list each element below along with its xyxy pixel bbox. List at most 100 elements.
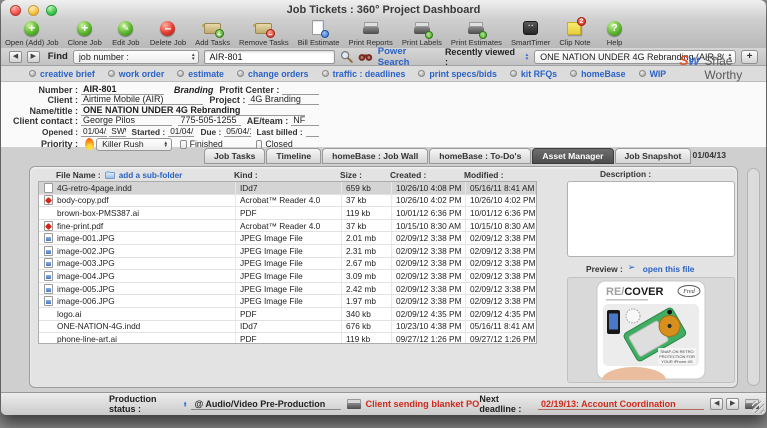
toolbar-button[interactable]: Delete Job bbox=[150, 20, 186, 47]
binoculars-icon[interactable] bbox=[358, 51, 373, 62]
project-field[interactable]: 4G Branding bbox=[248, 94, 319, 105]
power-search-link[interactable]: Power Search bbox=[378, 46, 440, 68]
table-row[interactable]: image-001.JPG JPEG Image File 2.01 mb 02… bbox=[39, 232, 536, 245]
quick-link[interactable]: homeBase bbox=[570, 69, 626, 79]
add-subfolder-icon[interactable] bbox=[105, 172, 115, 179]
column-kind[interactable]: Kind : bbox=[234, 170, 340, 180]
file-modified: 02/09/12 3:38 PM bbox=[465, 258, 536, 270]
project-label: Project : bbox=[203, 95, 248, 105]
phone-field[interactable]: 775-505-1255 bbox=[178, 115, 240, 126]
file-description-box[interactable] bbox=[567, 181, 735, 257]
production-status-label: Production status : bbox=[109, 394, 179, 414]
opened-field[interactable]: 01/04/13 bbox=[81, 126, 107, 137]
table-row[interactable]: phone-line-art.ai PDF 119 kb 09/27/12 1:… bbox=[39, 333, 536, 344]
main-tab[interactable]: Timeline bbox=[266, 148, 321, 164]
quick-link[interactable]: traffic : deadlines bbox=[322, 69, 406, 79]
add-subfolder-link[interactable]: add a sub-folder bbox=[119, 171, 183, 180]
due-field[interactable]: 05/04/12 bbox=[224, 126, 250, 137]
title-bar[interactable]: Job Tickets : 360° Project Dashboard bbox=[1, 0, 766, 21]
toolbar-button[interactable]: SmartTimer bbox=[511, 20, 550, 47]
table-row[interactable]: image-006.JPG JPEG Image File 1.97 mb 02… bbox=[39, 295, 536, 308]
ae-team-field[interactable]: NF bbox=[291, 115, 319, 126]
table-row[interactable]: image-003.JPG JPEG Image File 2.67 mb 02… bbox=[39, 258, 536, 271]
open-this-file-link[interactable]: open this file bbox=[643, 264, 695, 274]
recently-viewed-stepper-icon[interactable]: ▲▼ bbox=[525, 53, 530, 59]
next-deadline-field[interactable]: 02/19/13: Account Coordination bbox=[538, 399, 704, 410]
search-icon[interactable] bbox=[340, 50, 353, 63]
find-query-input[interactable] bbox=[204, 50, 335, 64]
file-kind: IDd7 bbox=[235, 321, 341, 333]
next-deadline-button[interactable]: ▶ bbox=[726, 398, 739, 410]
toolbar-button[interactable]: Print Estimates bbox=[451, 20, 502, 47]
file-created: 02/09/12 3:38 PM bbox=[391, 283, 465, 295]
table-row[interactable]: image-002.JPG JPEG Image File 2.31 mb 02… bbox=[39, 245, 536, 258]
production-status-field[interactable]: @ Audio/Video Pre-Production bbox=[191, 399, 340, 410]
file-size: 2.42 mb bbox=[341, 283, 391, 295]
quick-link[interactable]: WIP bbox=[639, 69, 667, 79]
table-row[interactable]: image-005.JPG JPEG Image File 2.42 mb 02… bbox=[39, 283, 536, 296]
file-table-header: File Name : add a sub-folder Kind : Size… bbox=[38, 169, 537, 181]
file-preview-image[interactable]: RE/COVER Fred bbox=[592, 280, 710, 380]
toolbar-button[interactable]: Open (Add) Job bbox=[5, 20, 59, 47]
client-contact-field[interactable]: George Pilos bbox=[81, 115, 172, 126]
quick-link[interactable]: print specs/bids bbox=[418, 69, 496, 79]
open-file-cursor-icon bbox=[628, 264, 638, 274]
table-row[interactable]: logo.ai PDF 340 kb 02/09/12 4:35 PM 02/0… bbox=[39, 308, 536, 321]
table-row[interactable]: image-004.JPG JPEG Image File 3.09 mb 02… bbox=[39, 270, 536, 283]
main-tab[interactable]: Asset Manager bbox=[532, 148, 613, 164]
quick-link[interactable]: estimate bbox=[177, 69, 224, 79]
resize-grip[interactable] bbox=[752, 401, 764, 413]
file-created: 10/26/10 4:02 PM bbox=[391, 195, 465, 207]
table-row[interactable]: 4G-retro-4page.indd IDd7 659 kb 10/26/10… bbox=[39, 182, 536, 195]
main-tab[interactable]: homeBase : Job Wall bbox=[322, 148, 428, 164]
toolbar-button[interactable]: Edit Job bbox=[111, 20, 141, 47]
file-name: image-006.JPG bbox=[57, 296, 235, 306]
toolbar-button[interactable]: Help bbox=[600, 20, 630, 47]
find-field-select[interactable]: job number : ▲▼ bbox=[73, 50, 200, 64]
toolbar-button[interactable]: Bill Estimate bbox=[298, 20, 340, 47]
toolbar-button[interactable]: Remove Tasks bbox=[239, 20, 289, 47]
toolbar-button[interactable]: Print Labels bbox=[402, 20, 442, 47]
quick-link[interactable]: kit RFQs bbox=[510, 69, 557, 79]
main-tab[interactable]: homeBase : To-Do's bbox=[429, 148, 531, 164]
panel-scrollbar-track[interactable] bbox=[747, 168, 760, 386]
file-name: brown-box-PMS387.ai bbox=[57, 208, 235, 218]
file-created: 09/27/12 1:26 PM bbox=[391, 333, 465, 344]
previous-record-button[interactable]: ◀ bbox=[9, 51, 22, 63]
doc-estimate-icon bbox=[309, 20, 329, 37]
print-icon[interactable] bbox=[347, 400, 360, 409]
next-record-button[interactable]: ▶ bbox=[27, 51, 40, 63]
last-billed-field[interactable] bbox=[306, 136, 319, 137]
toolbar-button[interactable]: Clone Job bbox=[68, 20, 102, 47]
quick-link[interactable]: work order bbox=[108, 69, 164, 79]
quick-link[interactable]: change orders bbox=[237, 69, 309, 79]
file-kind: PDF bbox=[235, 333, 341, 344]
window-title: Job Tickets : 360° Project Dashboard bbox=[1, 4, 766, 16]
column-created[interactable]: Created : bbox=[390, 170, 464, 180]
file-name: phone-line-art.ai bbox=[57, 334, 235, 344]
job-number-field[interactable]: AIR-801 bbox=[81, 84, 164, 95]
table-row[interactable]: ONE-NATION-4G.indd IDd7 676 kb 10/23/10 … bbox=[39, 321, 536, 334]
toolbar-button[interactable]: Print Reports bbox=[348, 20, 392, 47]
quick-link[interactable]: creative brief bbox=[29, 69, 95, 79]
column-modified[interactable]: Modified : bbox=[464, 170, 535, 180]
main-tab[interactable]: Job Snapshot bbox=[615, 148, 692, 164]
table-row[interactable]: brown-box-PMS387.ai PDF 119 kb 10/01/12 … bbox=[39, 207, 536, 220]
column-size[interactable]: Size : bbox=[340, 170, 390, 180]
started-field[interactable]: 01/04/13 bbox=[168, 126, 194, 137]
column-file-name: File Name : bbox=[56, 170, 101, 180]
file-created: 02/09/12 3:38 PM bbox=[391, 245, 465, 257]
nametitle-field[interactable]: ONE NATION UNDER 4G Rebranding bbox=[81, 105, 305, 116]
toolbar-button[interactable]: Add Tasks bbox=[195, 20, 230, 47]
client-field[interactable]: Airtime Mobile (AIR) bbox=[81, 94, 203, 105]
file-created: 10/01/12 6:36 PM bbox=[391, 207, 465, 219]
toolbar-button[interactable]: 2 Clip Note bbox=[559, 20, 590, 47]
table-row[interactable]: body-copy.pdf Acrobat™ Reader 4.0 37 kb … bbox=[39, 195, 536, 208]
bullet-icon bbox=[237, 70, 244, 77]
previous-deadline-button[interactable]: ◀ bbox=[710, 398, 723, 410]
table-row[interactable]: fine-print.pdf Acrobat™ Reader 4.0 37 kb… bbox=[39, 220, 536, 233]
main-tab[interactable]: Job Tasks bbox=[204, 148, 265, 164]
preview-label: Preview : bbox=[586, 264, 623, 274]
production-status-stepper-icon[interactable]: ▲▼ bbox=[183, 401, 188, 407]
opened-by-field[interactable]: SWW bbox=[109, 126, 125, 137]
